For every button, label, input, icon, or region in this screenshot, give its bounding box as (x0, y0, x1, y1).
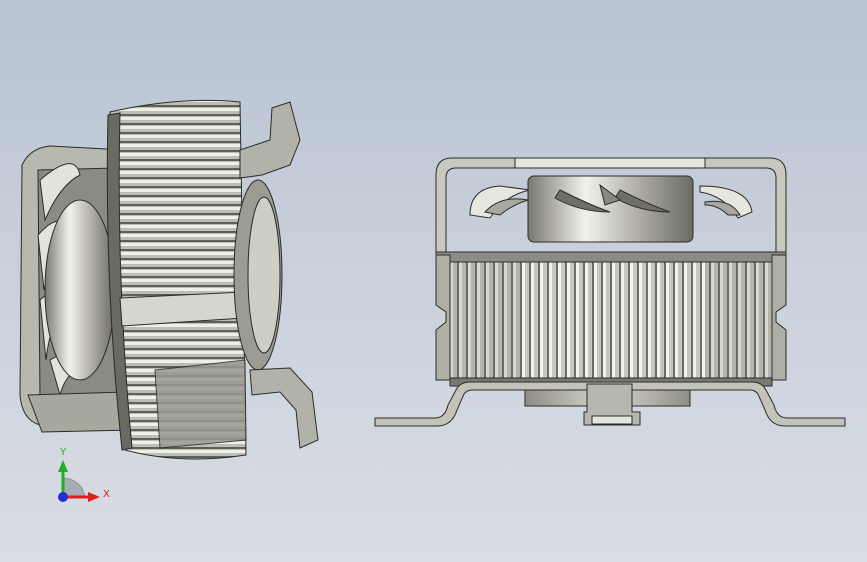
x-axis-arrow (88, 492, 100, 502)
y-axis-label: Y (59, 447, 67, 458)
cad-viewport[interactable]: Y X (0, 0, 867, 562)
wheel-top-band (435, 251, 787, 263)
y-axis-arrow (58, 460, 68, 472)
drum-lower-block (154, 359, 247, 449)
right-post (771, 254, 787, 381)
x-axis-label: X (103, 489, 110, 500)
top-frame-cap (514, 157, 706, 169)
front-hub (527, 175, 694, 243)
bottom-bracket (249, 367, 319, 449)
left-post (435, 254, 451, 381)
top-bracket (239, 101, 301, 179)
wheel-shade-left (450, 262, 520, 380)
front-fan-view[interactable] (374, 157, 846, 427)
motor-disc-face (247, 196, 281, 354)
center-tab-slot (591, 415, 633, 425)
z-axis-dot (58, 492, 68, 502)
hub-cylinder (44, 199, 116, 381)
isometric-fan-view[interactable] (19, 99, 319, 460)
coordinate-triad[interactable]: Y X (58, 447, 110, 502)
wheel-shade-right (705, 262, 772, 380)
